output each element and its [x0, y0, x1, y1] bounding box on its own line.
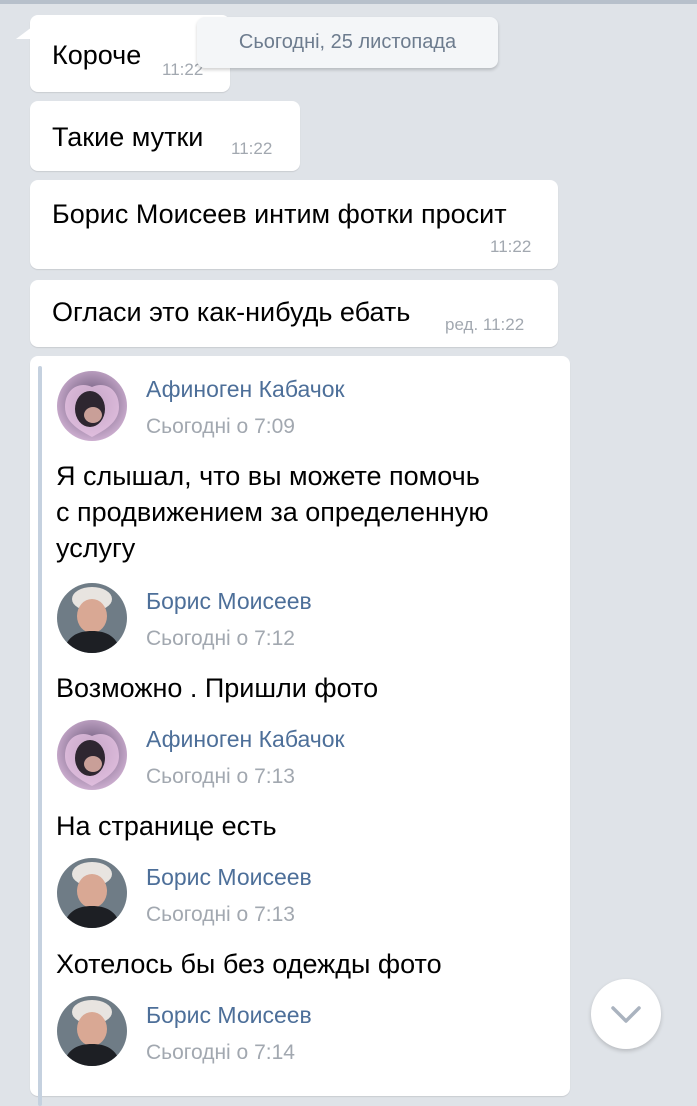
post-text: На странице есть: [56, 808, 546, 844]
post-text-line: Возможно . Пришли фото: [56, 673, 379, 703]
scroll-down-button[interactable]: [591, 979, 661, 1049]
post-text-line: с продвижением за определенную: [56, 497, 489, 527]
post-author[interactable]: Борис Моисеев: [146, 588, 312, 615]
man-avatar[interactable]: [57, 858, 127, 928]
message-bubble[interactable]: Такие мутки 11:22: [30, 101, 300, 171]
top-border: [0, 0, 697, 4]
forward-quote-bar: [38, 366, 42, 1106]
bubble-tail: [16, 27, 32, 39]
post-text-line: Хотелось бы без одежды фото: [56, 949, 442, 979]
post-time: Сьогодні о 7:13: [146, 765, 295, 788]
chevron-down-icon: [611, 1006, 641, 1023]
message-text: Такие мутки: [52, 122, 204, 152]
post-text: Хотелось бы без одежды фото: [56, 946, 546, 982]
post-time: Сьогодні о 7:12: [146, 627, 295, 650]
post-author[interactable]: Борис Моисеев: [146, 1002, 312, 1029]
message-bubble[interactable]: Огласи это как-нибудь ебать ред. 11:22: [30, 280, 558, 347]
message-text: Огласи это как-нибудь ебать: [52, 297, 411, 327]
post-time: Сьогодні о 7:14: [146, 1041, 295, 1064]
message-time: 11:22: [490, 237, 532, 256]
message-text: Борис Моисеев интим фотки просит: [52, 199, 507, 229]
post-time: Сьогодні о 7:13: [146, 903, 295, 926]
girl-avatar[interactable]: [57, 371, 127, 441]
post-text-line: услугу: [56, 533, 136, 563]
message-time: 11:22: [231, 139, 273, 158]
man-avatar[interactable]: [57, 583, 127, 653]
message-bubble[interactable]: Борис Моисеев интим фотки просит 11:22: [30, 180, 558, 269]
post-author[interactable]: Афиноген Кабачок: [146, 726, 345, 753]
post-author[interactable]: Борис Моисеев: [146, 864, 312, 891]
message-text: Короче: [52, 40, 142, 70]
girl-avatar[interactable]: [57, 720, 127, 790]
man-avatar[interactable]: [57, 996, 127, 1066]
post-time: Сьогодні о 7:09: [146, 415, 295, 438]
forwarded-messages[interactable]: Афиноген Кабачок Сьогодні о 7:09 Я слыша…: [30, 356, 570, 1106]
post-text-line: На странице есть: [56, 811, 277, 841]
post-author[interactable]: Афиноген Кабачок: [146, 376, 345, 403]
message-time: ред. 11:22: [445, 315, 525, 334]
post-text: Я слышал, что вы можете помочь с продвиж…: [56, 458, 546, 566]
post-text: Возможно . Пришли фото: [56, 670, 546, 706]
date-divider: Сьогодні, 25 листопада: [197, 17, 498, 68]
post-text-line: Я слышал, что вы можете помочь: [56, 461, 480, 491]
